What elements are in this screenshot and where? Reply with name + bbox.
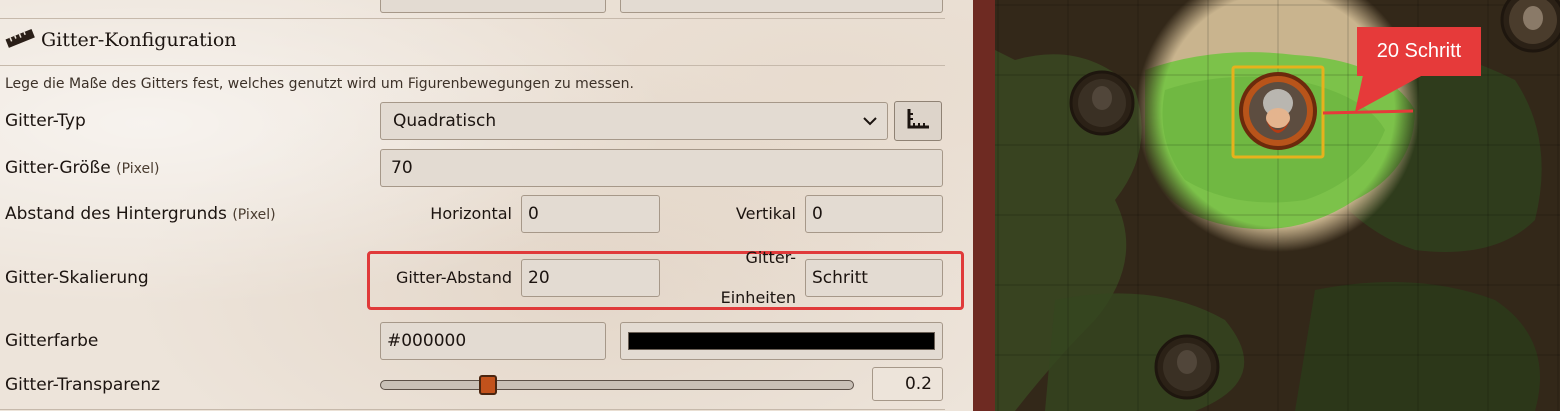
grid-distance-label: Gitter-Abstand [395, 268, 512, 287]
chevron-down-icon [863, 111, 877, 131]
grid-alpha-slider[interactable] [380, 375, 854, 395]
divider-line [0, 18, 945, 19]
map-canvas: 20 Schritt [995, 0, 1560, 411]
cut-off-swatch-frame[interactable] [620, 0, 943, 13]
grid-config-tool-button[interactable] [894, 101, 942, 141]
grid-color-swatch-frame[interactable] [620, 322, 943, 360]
section-description: Lege die Maße des Gitters fest, welches … [5, 76, 634, 92]
ruler-icon [5, 28, 35, 52]
grid-size-input[interactable]: 70 [380, 149, 943, 187]
background-offset-label-text: Abstand des Hintergrunds [5, 204, 227, 224]
grid-size-unit: (Pixel) [116, 161, 160, 177]
section-header: Gitter-Konfiguration [5, 28, 237, 52]
enemy-token-left[interactable] [1069, 70, 1135, 136]
cut-off-field[interactable] [380, 0, 606, 13]
distance-tooltip-text: 20 Schritt [1377, 40, 1462, 62]
vertical-label: Vertikal [735, 204, 796, 223]
slider-thumb[interactable] [479, 375, 498, 395]
sheet-border [973, 0, 995, 411]
battle-map[interactable]: 20 Schritt [995, 0, 1560, 411]
grid-scale-label: Gitter-Skalierung [5, 268, 149, 288]
section-title: Gitter-Konfiguration [41, 29, 237, 51]
background-offset-label: Abstand des Hintergrunds (Pixel) [5, 204, 276, 224]
grid-color-swatch [628, 332, 935, 350]
grid-size-label-text: Gitter-Größe [5, 158, 111, 178]
grid-type-value: Quadratisch [393, 111, 497, 131]
grid-units-input[interactable]: Schritt [805, 259, 943, 297]
ruler-corner-icon [906, 108, 930, 134]
grid-units-label-line2: Einheiten [720, 288, 796, 307]
grid-size-label: Gitter-Größe (Pixel) [5, 158, 159, 178]
grid-color-label: Gitterfarbe [5, 331, 99, 351]
grid-distance-input[interactable]: 20 [521, 259, 660, 297]
grid-alpha-label: Gitter-Transparenz [5, 375, 161, 395]
ally-token-top-right[interactable] [1500, 0, 1560, 53]
grid-alpha-value: 0.2 [872, 367, 943, 401]
background-offset-unit: (Pixel) [232, 207, 276, 223]
header-underline [0, 65, 945, 66]
grid-type-select[interactable]: Quadratisch [380, 102, 888, 140]
grid-config-panel: Gitter-Konfiguration Lege die Maße des G… [0, 0, 973, 411]
slider-track [380, 380, 854, 390]
horizontal-offset-input[interactable]: 0 [521, 195, 660, 233]
horizontal-label: Horizontal [430, 204, 512, 223]
bottom-divider [0, 409, 945, 410]
grid-color-input[interactable]: #000000 [380, 322, 606, 360]
grid-units-label-line1: Gitter- [745, 248, 796, 267]
enemy-token-bottom[interactable] [1154, 334, 1220, 400]
grid-type-label: Gitter-Typ [5, 111, 86, 131]
vertical-offset-input[interactable]: 0 [805, 195, 943, 233]
